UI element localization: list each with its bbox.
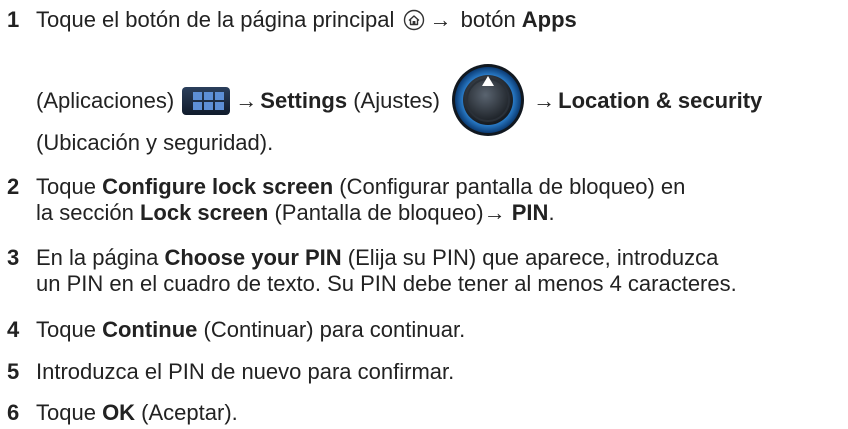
step-5-line-1: Introduzca el PIN de nuevo para confirma… [36, 359, 455, 384]
step-1-line-1: Toque el botón de la página principal → … [36, 7, 577, 33]
ok-label: OK [102, 400, 136, 425]
step-number: 3 [7, 245, 20, 270]
step-3-line-1: En la página Choose your PIN (Elija su P… [36, 245, 718, 271]
arrow-glyph: → [429, 7, 452, 32]
step-6-line-1: Toque OK (Aceptar). [36, 400, 238, 426]
step-2-text: Toque [36, 174, 103, 199]
home-icon [403, 9, 425, 31]
arrow-glyph: → [235, 87, 258, 113]
step-1-text: (Ajustes) [347, 87, 441, 113]
step-2-text: . [548, 200, 555, 225]
apps-grid-icon [182, 86, 231, 115]
step-1-line-3: (Ubicación y seguridad). [36, 130, 274, 155]
apps-label: Apps [521, 7, 577, 32]
step-1-text: (Aplicaciones) [36, 87, 175, 113]
step-1-text: Toque el botón de la página principal [36, 7, 395, 32]
pin-label: PIN [511, 200, 549, 225]
location-security-label: Location & security [558, 87, 763, 113]
instruction-page: 1 Toque el botón de la página principal … [0, 0, 848, 429]
settings-label: Settings [260, 87, 348, 113]
step-4-line-1: Toque Continue (Continuar) para continua… [36, 317, 465, 343]
step-number: 1 [7, 7, 20, 32]
step-6-text: Toque [36, 400, 103, 425]
step-number: 5 [7, 359, 20, 384]
step-2-text: (Pantalla de bloqueo) [268, 200, 484, 225]
arrow-glyph: → [533, 87, 556, 113]
settings-orb-icon [450, 62, 526, 138]
step-2-text: la sección [36, 200, 140, 225]
step-2-text: (Configurar pantalla de bloqueo) en [333, 174, 686, 199]
continue-label: Continue [102, 317, 198, 342]
step-3-line-2: un PIN en el cuadro de texto. Su PIN deb… [36, 271, 737, 296]
step-1-line-2: (Aplicaciones) → Settings (Ajustes) → Lo… [36, 64, 762, 140]
step-number: 2 [7, 174, 20, 199]
step-number: 6 [7, 400, 20, 425]
step-4-text: Toque [36, 317, 103, 342]
step-2-line-2: la sección Lock screen (Pantalla de bloq… [36, 200, 555, 226]
step-number: 4 [7, 317, 20, 342]
step-4-text: (Continuar) para continuar. [197, 317, 466, 342]
step-2-line-1: Toque Configure lock screen (Configurar … [36, 174, 685, 200]
step-3-text: En la página [36, 245, 165, 270]
step-3-text: (Elija su PIN) que aparece, introduzca [341, 245, 719, 270]
step-6-text: (Aceptar). [135, 400, 238, 425]
configure-lock-screen-label: Configure lock screen [102, 174, 334, 199]
step-1-text: botón [454, 7, 522, 32]
lock-screen-label: Lock screen [139, 200, 269, 225]
choose-your-pin-label: Choose your PIN [164, 245, 342, 270]
arrow-glyph: → [483, 200, 506, 225]
